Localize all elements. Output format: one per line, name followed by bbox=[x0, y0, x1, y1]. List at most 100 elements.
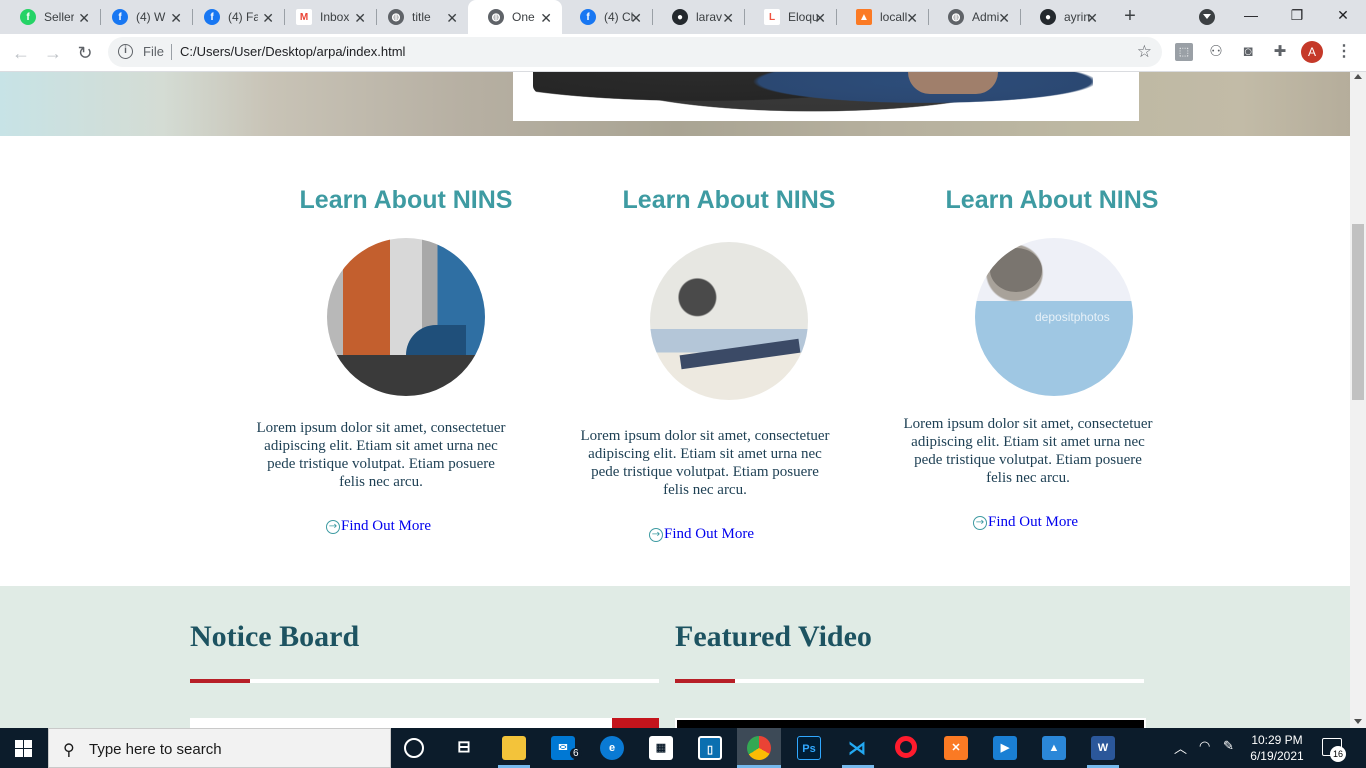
page-viewport: Learn About NINS Lorem ipsum dolor sit a… bbox=[0, 72, 1350, 728]
card-title: Learn About NINS bbox=[945, 186, 1159, 214]
tab-title[interactable]: ◍ title ✕ bbox=[368, 0, 468, 34]
task-view-icon[interactable]: ⊟ bbox=[452, 736, 476, 760]
scroll-down-arrow[interactable] bbox=[1354, 719, 1362, 724]
opera-icon[interactable] bbox=[895, 736, 917, 758]
pdf-extension-icon[interactable]: ⬚ bbox=[1175, 43, 1193, 61]
gmail-icon: M bbox=[296, 9, 312, 25]
store-icon[interactable]: ▦ bbox=[649, 736, 673, 760]
close-icon[interactable]: ✕ bbox=[906, 10, 918, 27]
info-icon[interactable]: i bbox=[118, 44, 133, 59]
photoshop-icon[interactable]: Ps bbox=[797, 736, 821, 760]
pen-icon[interactable]: ✎ bbox=[1223, 738, 1234, 754]
app-icon[interactable]: ▯ bbox=[698, 736, 722, 760]
tab-facebook-3[interactable]: f (4) Cl ✕ bbox=[560, 0, 652, 34]
person-image bbox=[533, 72, 1093, 121]
scroll-thumb[interactable] bbox=[1352, 224, 1364, 400]
tab-search-icon[interactable] bbox=[1199, 9, 1215, 25]
hospital-building-image bbox=[327, 238, 485, 396]
hero-photo bbox=[513, 72, 1139, 121]
chevron-up-icon[interactable]: ︿ bbox=[1174, 738, 1187, 757]
laravel-icon: L bbox=[764, 9, 780, 25]
camera-extension-icon[interactable]: ◙ bbox=[1239, 43, 1257, 61]
close-icon[interactable]: ✕ bbox=[1086, 10, 1098, 27]
search-icon: ⚲ bbox=[63, 742, 75, 759]
back-button[interactable]: ← bbox=[9, 41, 33, 65]
photos-icon[interactable]: ▲ bbox=[1042, 736, 1066, 760]
tab-seller[interactable]: f Seller ✕ bbox=[0, 0, 100, 34]
file-explorer-icon[interactable] bbox=[502, 736, 526, 760]
close-icon[interactable]: ✕ bbox=[814, 10, 826, 27]
word-icon[interactable]: W bbox=[1091, 736, 1115, 760]
taskbar-clock[interactable]: 10:29 PM 6/19/2021 bbox=[1244, 732, 1310, 764]
forward-button[interactable]: → bbox=[41, 41, 65, 65]
github-icon: ● bbox=[1040, 9, 1056, 25]
close-icon[interactable]: ✕ bbox=[262, 10, 274, 27]
surgical-lamp bbox=[990, 248, 1042, 292]
more-menu-icon[interactable]: ⋮ bbox=[1336, 43, 1352, 61]
tab-strip: f Seller ✕ f (4) W ✕ f (4) Fa ✕ M Inbox … bbox=[0, 0, 1366, 34]
globe-icon: ◍ bbox=[488, 9, 504, 25]
card-title: Learn About NINS bbox=[622, 186, 836, 214]
find-out-more-link[interactable]: → Find Out More bbox=[326, 518, 431, 535]
address-bar[interactable]: i File C:/Users/User/Desktop/arpa/index.… bbox=[108, 37, 1162, 67]
notice-header-block bbox=[612, 718, 659, 728]
underline-accent bbox=[675, 679, 735, 683]
minimize-button[interactable]: — bbox=[1236, 4, 1266, 26]
restore-button[interactable]: ❐ bbox=[1282, 4, 1312, 26]
profile-avatar[interactable]: A bbox=[1301, 41, 1323, 63]
bookmark-star-icon[interactable]: ☆ bbox=[1137, 42, 1152, 62]
media-player-icon[interactable]: ▶ bbox=[993, 736, 1017, 760]
github-icon: ● bbox=[672, 9, 688, 25]
tab-admin[interactable]: ◍ Admi ✕ bbox=[928, 0, 1020, 34]
underline-accent bbox=[190, 679, 250, 683]
close-icon[interactable]: ✕ bbox=[998, 10, 1010, 27]
tab-one-active[interactable]: ◍ One ✕ bbox=[468, 0, 562, 34]
featured-video-title: Featured Video bbox=[675, 620, 872, 653]
scroll-up-arrow[interactable] bbox=[1354, 74, 1362, 79]
taskbar-search[interactable]: ⚲ Type here to search bbox=[48, 728, 391, 768]
facebook-icon: f bbox=[580, 9, 596, 25]
globe-icon: ◍ bbox=[388, 9, 404, 25]
close-icon[interactable]: ✕ bbox=[78, 10, 90, 27]
edge-icon[interactable]: e bbox=[600, 736, 624, 760]
xampp-icon[interactable]: ✕ bbox=[944, 736, 968, 760]
chrome-icon[interactable] bbox=[747, 736, 771, 760]
vscode-icon[interactable]: ⋊ bbox=[845, 736, 869, 760]
close-icon[interactable]: ✕ bbox=[446, 10, 458, 27]
url-text[interactable]: C:/Users/User/Desktop/arpa/index.html bbox=[180, 44, 405, 59]
reload-button[interactable]: ↻ bbox=[73, 41, 97, 65]
close-icon[interactable]: ✕ bbox=[540, 10, 552, 27]
close-icon[interactable]: ✕ bbox=[170, 10, 182, 27]
windows-start-icon[interactable] bbox=[15, 740, 32, 757]
close-icon[interactable]: ✕ bbox=[630, 10, 642, 27]
scanner-bed bbox=[679, 338, 801, 370]
clock-time: 10:29 PM bbox=[1251, 733, 1303, 747]
notice-video-section bbox=[0, 586, 1350, 728]
find-out-more-link[interactable]: → Find Out More bbox=[973, 514, 1078, 531]
card-text: Lorem ipsum dolor sit amet, consectetuer… bbox=[580, 428, 830, 498]
close-icon[interactable]: ✕ bbox=[722, 10, 734, 27]
tab-localhost[interactable]: ▲ locall ✕ bbox=[836, 0, 928, 34]
facebook-icon: f bbox=[112, 9, 128, 25]
notice-board-title: Notice Board bbox=[190, 620, 360, 653]
arrow-circle-icon: → bbox=[973, 515, 987, 530]
new-tab-button[interactable]: + bbox=[1118, 4, 1142, 28]
tab-facebook-2[interactable]: f (4) Fa ✕ bbox=[184, 0, 284, 34]
video-player[interactable] bbox=[675, 718, 1146, 728]
close-icon[interactable]: ✕ bbox=[354, 10, 366, 27]
tab-github-laravel[interactable]: ● larav ✕ bbox=[652, 0, 744, 34]
close-window-button[interactable]: ✕ bbox=[1328, 4, 1358, 26]
tab-facebook-1[interactable]: f (4) W ✕ bbox=[92, 0, 192, 34]
link-extension-icon[interactable]: ⚇ bbox=[1207, 43, 1225, 61]
tab-eloquent[interactable]: L Eloqu ✕ bbox=[744, 0, 836, 34]
cortana-icon[interactable] bbox=[404, 738, 424, 758]
card-text: Lorem ipsum dolor sit amet, consectetuer… bbox=[256, 420, 506, 490]
puzzle-icon[interactable]: ✚ bbox=[1271, 43, 1289, 61]
building-window bbox=[406, 324, 466, 355]
find-out-more-link[interactable]: → Find Out More bbox=[649, 526, 754, 543]
page-scrollbar[interactable] bbox=[1350, 72, 1366, 728]
tab-gmail[interactable]: M Inbox ✕ bbox=[276, 0, 376, 34]
tab-github-ayrin[interactable]: ● ayrin ✕ bbox=[1020, 0, 1108, 34]
wifi-icon[interactable]: ◠ bbox=[1199, 738, 1210, 754]
card-text: Lorem ipsum dolor sit amet, consectetuer… bbox=[903, 416, 1153, 486]
